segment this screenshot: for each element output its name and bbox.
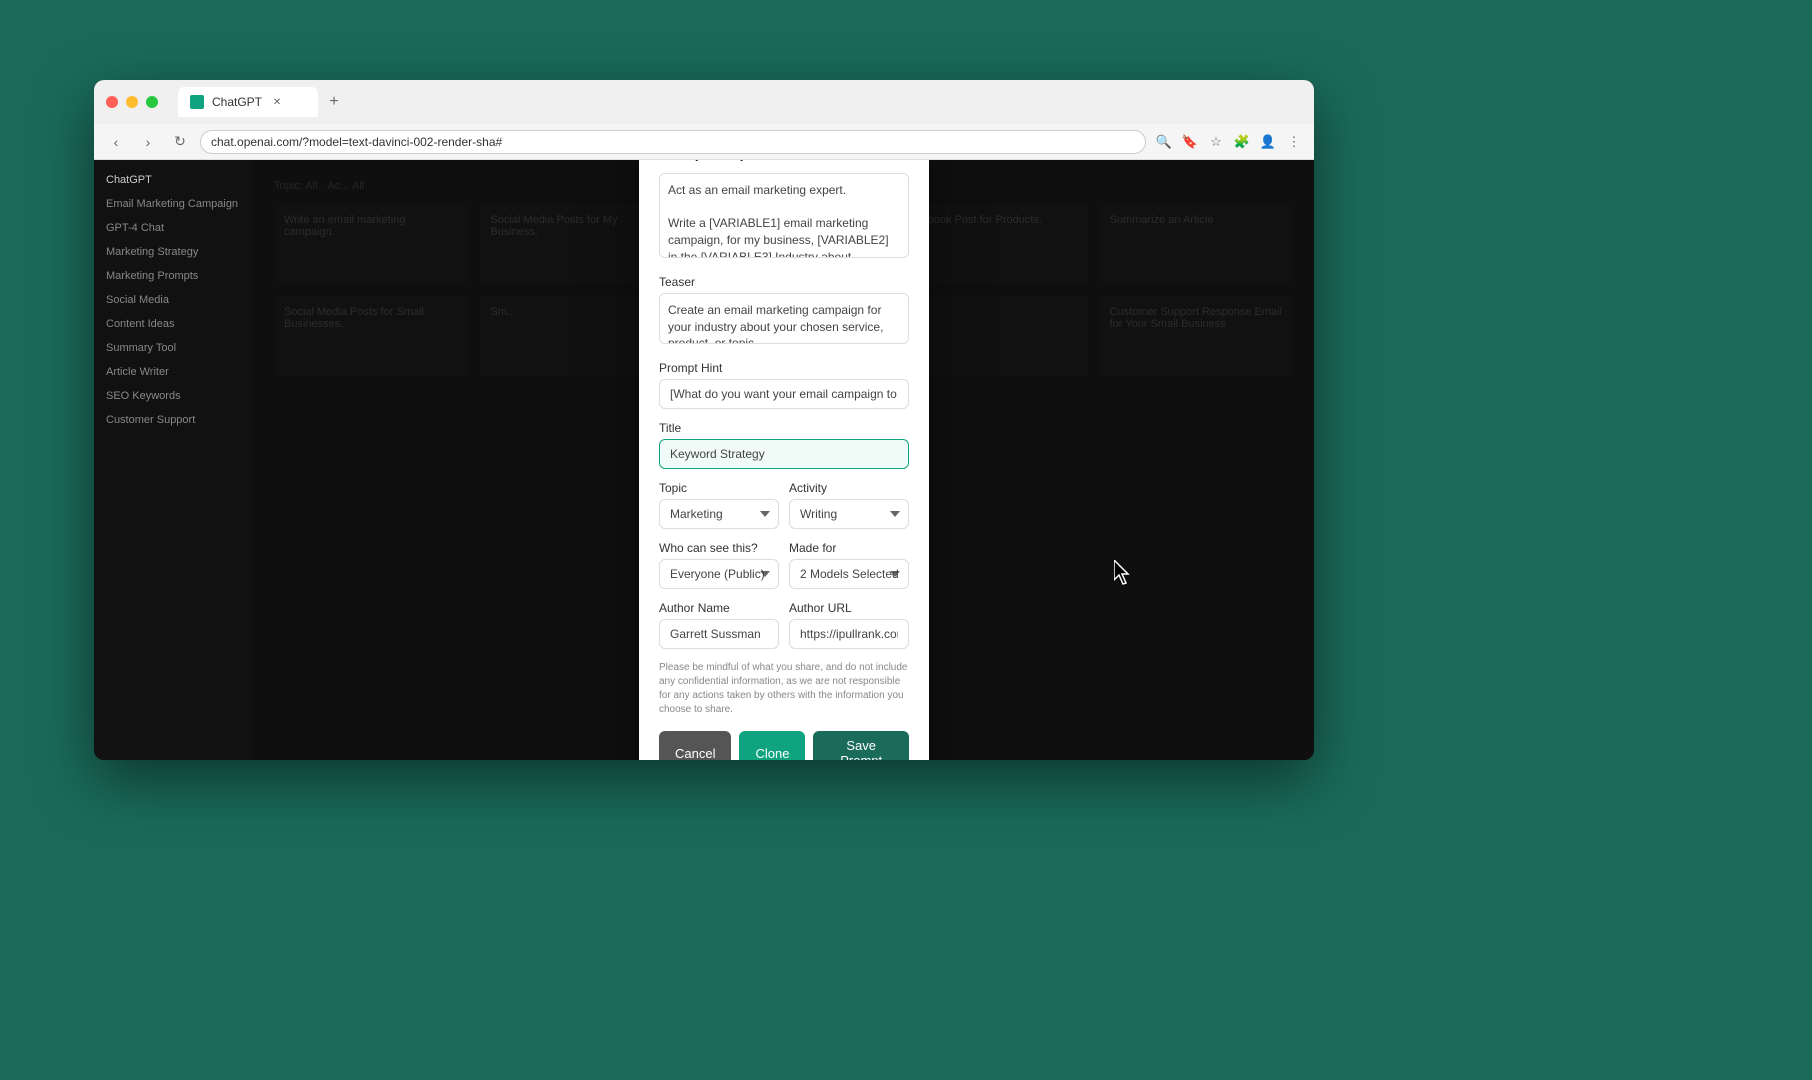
author-url-form-group: Author URL <box>789 601 909 649</box>
template-textarea[interactable] <box>659 173 909 258</box>
back-button[interactable]: ‹ <box>104 130 128 154</box>
sidebar-item-2[interactable]: GPT-4 Chat <box>94 216 254 240</box>
browser-window: ChatGPT ✕ + ‹ › ↻ chat.openai.com/?model… <box>94 80 1314 760</box>
visibility-made-for-row: Who can see this? Everyone (Public) Only… <box>659 541 909 601</box>
url-text: chat.openai.com/?model=text-davinci-002-… <box>211 135 502 149</box>
traffic-light-green[interactable] <box>146 96 158 108</box>
author-name-form-group: Author Name <box>659 601 779 649</box>
topic-form-group: Topic Marketing SEO Writing <box>659 481 779 529</box>
title-input[interactable] <box>659 439 909 469</box>
sidebar-item-10[interactable]: Customer Support <box>94 408 254 432</box>
sidebar-item-6[interactable]: Content Ideas <box>94 312 254 336</box>
sidebar-item-5[interactable]: Social Media <box>94 288 254 312</box>
modal: Prompt Template Teaser Prompt Hint <box>639 160 929 760</box>
author-url-label: Author URL <box>789 601 909 615</box>
title-label: Title <box>659 421 909 435</box>
browser-toolbar: ‹ › ↻ chat.openai.com/?model=text-davinc… <box>94 124 1314 160</box>
star-icon[interactable]: ☆ <box>1206 132 1226 152</box>
extension-icon[interactable]: 🧩 <box>1232 132 1252 152</box>
prompt-hint-label: Prompt Hint <box>659 361 909 375</box>
page-content: ChatGPT Email Marketing Campaign GPT-4 C… <box>94 160 1314 760</box>
title-form-group: Title <box>659 421 909 469</box>
reload-button[interactable]: ↻ <box>168 130 192 154</box>
teaser-label: Teaser <box>659 275 909 289</box>
modal-title: Prompt Template <box>659 160 909 161</box>
made-for-form-group: Made for 2 Models Selected All Models <box>789 541 909 589</box>
sidebar-item-7[interactable]: Summary Tool <box>94 336 254 360</box>
bookmark-icon[interactable]: 🔖 <box>1180 132 1200 152</box>
forward-button[interactable]: › <box>136 130 160 154</box>
made-for-label: Made for <box>789 541 909 555</box>
activity-form-group: Activity Writing Research <box>789 481 909 529</box>
tab-close-icon[interactable]: ✕ <box>270 95 284 109</box>
sidebar-item-9[interactable]: SEO Keywords <box>94 384 254 408</box>
sidebar-item-0[interactable]: ChatGPT <box>94 168 254 192</box>
teaser-textarea[interactable] <box>659 293 909 345</box>
search-icon[interactable]: 🔍 <box>1154 132 1174 152</box>
tab-label: ChatGPT <box>212 95 262 109</box>
activity-select[interactable]: Writing Research <box>789 499 909 529</box>
main-content: Topic: All Ac... All Write an email mark… <box>254 160 1314 760</box>
prompt-hint-input[interactable] <box>659 379 909 409</box>
teaser-form-group: Teaser <box>659 275 909 350</box>
activity-label: Activity <box>789 481 909 495</box>
address-bar[interactable]: chat.openai.com/?model=text-davinci-002-… <box>200 130 1146 154</box>
visibility-form-group: Who can see this? Everyone (Public) Only… <box>659 541 779 589</box>
author-row: Author Name Author URL <box>659 601 909 661</box>
author-name-input[interactable] <box>659 619 779 649</box>
template-form-group <box>659 173 909 263</box>
sidebar: ChatGPT Email Marketing Campaign GPT-4 C… <box>94 160 254 760</box>
sidebar-item-8[interactable]: Article Writer <box>94 360 254 384</box>
new-tab-button[interactable]: + <box>322 90 346 114</box>
made-for-select[interactable]: 2 Models Selected All Models <box>789 559 909 589</box>
topic-label: Topic <box>659 481 779 495</box>
save-prompt-button[interactable]: Save Prompt <box>813 731 909 760</box>
tab-favicon <box>190 95 204 109</box>
visibility-label: Who can see this? <box>659 541 779 555</box>
tab-bar: ChatGPT ✕ + <box>178 87 1302 117</box>
visibility-select[interactable]: Everyone (Public) Only Me <box>659 559 779 589</box>
toolbar-icons: 🔍 🔖 ☆ 🧩 👤 ⋮ <box>1154 132 1304 152</box>
disclaimer-text: Please be mindful of what you share, and… <box>659 661 909 717</box>
modal-overlay: Prompt Template Teaser Prompt Hint <box>254 160 1314 760</box>
topic-activity-row: Topic Marketing SEO Writing Activity Wri… <box>659 481 909 541</box>
author-name-label: Author Name <box>659 601 779 615</box>
cancel-button[interactable]: Cancel <box>659 731 731 760</box>
sidebar-item-3[interactable]: Marketing Strategy <box>94 240 254 264</box>
profile-icon[interactable]: 👤 <box>1258 132 1278 152</box>
modal-footer: Cancel Clone Save Prompt <box>659 731 909 760</box>
prompt-hint-form-group: Prompt Hint <box>659 361 909 409</box>
sidebar-item-4[interactable]: Marketing Prompts <box>94 264 254 288</box>
menu-icon[interactable]: ⋮ <box>1284 132 1304 152</box>
traffic-light-yellow[interactable] <box>126 96 138 108</box>
mouse-cursor <box>1114 560 1138 592</box>
browser-titlebar: ChatGPT ✕ + <box>94 80 1314 124</box>
author-url-input[interactable] <box>789 619 909 649</box>
active-tab[interactable]: ChatGPT ✕ <box>178 87 318 117</box>
topic-select[interactable]: Marketing SEO Writing <box>659 499 779 529</box>
clone-button[interactable]: Clone <box>739 731 805 760</box>
traffic-light-red[interactable] <box>106 96 118 108</box>
sidebar-item-1[interactable]: Email Marketing Campaign <box>94 192 254 216</box>
